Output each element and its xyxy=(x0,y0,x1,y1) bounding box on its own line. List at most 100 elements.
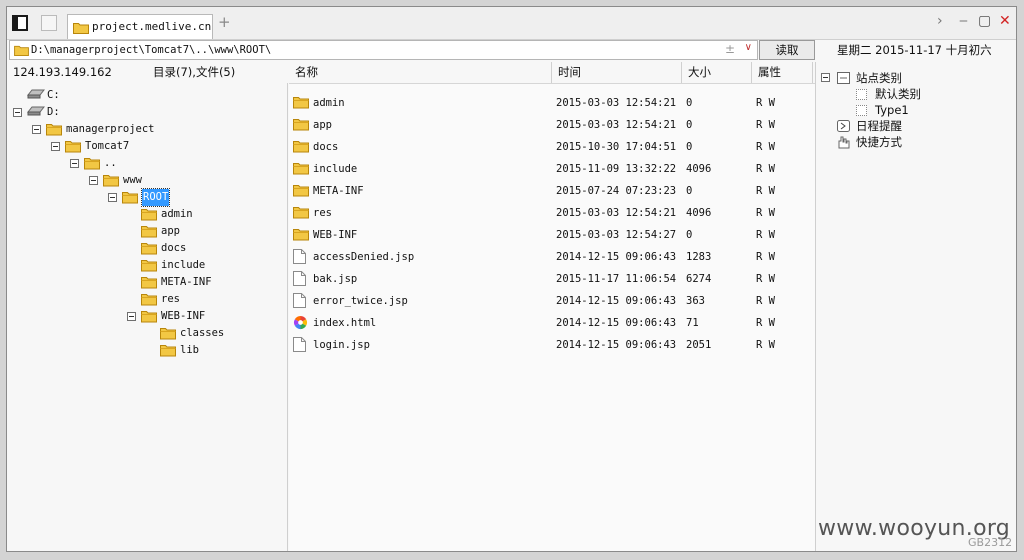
folder-icon xyxy=(73,23,89,34)
file-row[interactable]: index.html 2014-12-15 09:06:43 71 R W xyxy=(289,312,815,334)
tree-node-root[interactable]: ROOT xyxy=(108,188,277,207)
tree-node-app[interactable]: app xyxy=(131,223,277,240)
read-button[interactable]: 读取 xyxy=(759,40,815,60)
file-size: 2051 xyxy=(686,339,712,351)
file-row[interactable]: include 2015-11-09 13:32:22 4096 R W xyxy=(289,158,815,180)
folder-icon xyxy=(160,328,176,340)
folder-icon xyxy=(141,277,157,289)
column-name[interactable]: 名称 xyxy=(295,62,318,83)
file-attr: R W xyxy=(756,141,775,153)
collapse-toggle-icon[interactable] xyxy=(51,142,60,151)
directory-tree: C: D: managerproject Tomcat7.. www ROOT admin a… xyxy=(7,83,288,551)
maximize-button[interactable]: ▢ xyxy=(978,13,991,29)
collapse-toggle-icon[interactable] xyxy=(32,125,41,134)
tree-node-webinf[interactable]: WEB-INF xyxy=(127,308,277,325)
file-name: bak.jsp xyxy=(313,273,358,285)
file-size: 0 xyxy=(686,97,693,109)
folder-icon xyxy=(141,311,157,323)
column-separator[interactable] xyxy=(551,62,552,83)
panel-toggle-icon[interactable] xyxy=(12,15,28,31)
folder-icon xyxy=(293,141,309,153)
site-tree-node[interactable]: 快捷方式 xyxy=(817,134,1012,150)
column-size[interactable]: 大小 xyxy=(688,62,711,83)
address-bar[interactable]: D:\managerproject\Tomcat7\..\www\ROOT\ ±… xyxy=(9,40,758,60)
site-tree-label: 默认类别 xyxy=(875,87,921,101)
file-attr: R W xyxy=(756,317,775,329)
blank-tab-icon[interactable] xyxy=(41,15,57,31)
tree-node-label: docs xyxy=(161,242,187,254)
tree-node-label: admin xyxy=(161,208,193,220)
column-separator[interactable] xyxy=(681,62,682,83)
collapse-toggle-icon[interactable] xyxy=(70,159,79,168)
drive-icon xyxy=(26,106,46,116)
tree-node-tomcat7[interactable]: Tomcat7 xyxy=(51,138,277,155)
file-row[interactable]: res 2015-03-03 12:54:21 4096 R W xyxy=(289,202,815,224)
collapse-toggle-icon[interactable] xyxy=(13,108,22,117)
column-time[interactable]: 时间 xyxy=(558,62,581,83)
tree-node-managerproject[interactable]: managerproject xyxy=(32,121,277,138)
file-size: 0 xyxy=(686,119,693,131)
minimize-button[interactable]: ‒ xyxy=(959,13,968,29)
tab-project[interactable]: project.medlive.cn xyxy=(67,14,213,39)
address-path[interactable]: D:\managerproject\Tomcat7\..\www\ROOT\ xyxy=(31,44,271,56)
column-separator[interactable] xyxy=(812,62,813,83)
tree-node-include[interactable]: include xyxy=(131,257,277,274)
site-tree-node[interactable]: 日程提醒 xyxy=(817,118,1012,134)
tree-node-label: lib xyxy=(180,344,199,356)
close-button[interactable]: ✕ xyxy=(999,13,1011,29)
file-row[interactable]: docs 2015-10-30 17:04:51 0 R W xyxy=(289,136,815,158)
new-tab-button[interactable]: + xyxy=(218,13,231,31)
drive-icon xyxy=(26,89,46,99)
tree-node-docs[interactable]: docs xyxy=(131,240,277,257)
tab-bar: project.medlive.cn + › ‒ ▢ ✕ xyxy=(7,7,1016,40)
tree-node-d[interactable]: D: xyxy=(13,104,277,121)
site-tree-label: 日程提醒 xyxy=(856,119,902,133)
tree-node-www[interactable]: www xyxy=(89,172,277,189)
collapse-toggle-icon[interactable] xyxy=(108,193,117,202)
tree-node-label: ROOT xyxy=(140,188,171,207)
column-attr[interactable]: 属性 xyxy=(758,62,781,83)
file-name: accessDenied.jsp xyxy=(313,251,415,263)
file-row[interactable]: META-INF 2015-07-24 07:23:23 0 R W xyxy=(289,180,815,202)
dropdown-arrow-icon[interactable]: ∨ xyxy=(745,42,752,53)
tree-node-res[interactable]: res xyxy=(131,291,277,308)
tree-node-c[interactable]: C: xyxy=(17,87,277,104)
folder-icon xyxy=(293,185,309,197)
folder-icon xyxy=(293,163,309,175)
file-row[interactable]: WEB-INF 2015-03-03 12:54:27 0 R W xyxy=(289,224,815,246)
file-row[interactable]: login.jsp 2014-12-15 09:06:43 2051 R W xyxy=(289,334,815,356)
tree-node-[interactable]: .. xyxy=(70,155,277,172)
tree-node-admin[interactable]: admin xyxy=(131,206,277,223)
tree-node-classes[interactable]: classes xyxy=(150,325,277,342)
folder-icon xyxy=(141,243,157,255)
column-separator[interactable] xyxy=(751,62,752,83)
file-row[interactable]: app 2015-03-03 12:54:21 0 R W xyxy=(289,114,815,136)
folder-icon xyxy=(103,175,119,187)
file-time: 2015-11-17 11:06:54 xyxy=(556,273,677,285)
folder-icon xyxy=(84,158,100,170)
file-row[interactable]: error_twice.jsp 2014-12-15 09:06:43 363 R W xyxy=(289,290,815,312)
file-name: include xyxy=(313,163,358,175)
file-size: 1283 xyxy=(686,251,712,263)
site-tree-label: 快捷方式 xyxy=(856,135,902,149)
site-tree-node[interactable]: 站点类别 xyxy=(817,70,1012,86)
file-row[interactable]: bak.jsp 2015-11-17 11:06:54 6274 R W xyxy=(289,268,815,290)
file-attr: R W xyxy=(756,295,775,307)
collapse-toggle-icon[interactable] xyxy=(821,73,830,82)
tree-node-metainf[interactable]: META-INF xyxy=(131,274,277,291)
chevron-right-icon[interactable]: › xyxy=(937,13,943,29)
folder-icon xyxy=(46,124,62,136)
plus-minus-icon[interactable]: ± xyxy=(725,42,735,56)
dir-file-counts: 目录(7),文件(5) xyxy=(153,65,236,79)
tree-node-lib[interactable]: lib xyxy=(150,342,277,359)
site-tree-node[interactable]: Type1 xyxy=(817,102,1012,118)
file-row[interactable]: accessDenied.jsp 2014-12-15 09:06:43 1283 R… xyxy=(289,246,815,268)
file-row[interactable]: admin 2015-03-03 12:54:21 0 R W xyxy=(289,92,815,114)
file-time: 2014-12-15 09:06:43 xyxy=(556,295,677,307)
folder-icon xyxy=(65,141,81,153)
collapse-toggle-icon[interactable] xyxy=(127,312,136,321)
file-time: 2015-03-03 12:54:27 xyxy=(556,229,677,241)
collapse-toggle-icon[interactable] xyxy=(89,176,98,185)
site-tree-node[interactable]: 默认类别 xyxy=(817,86,1012,102)
file-time: 2015-10-30 17:04:51 xyxy=(556,141,677,153)
